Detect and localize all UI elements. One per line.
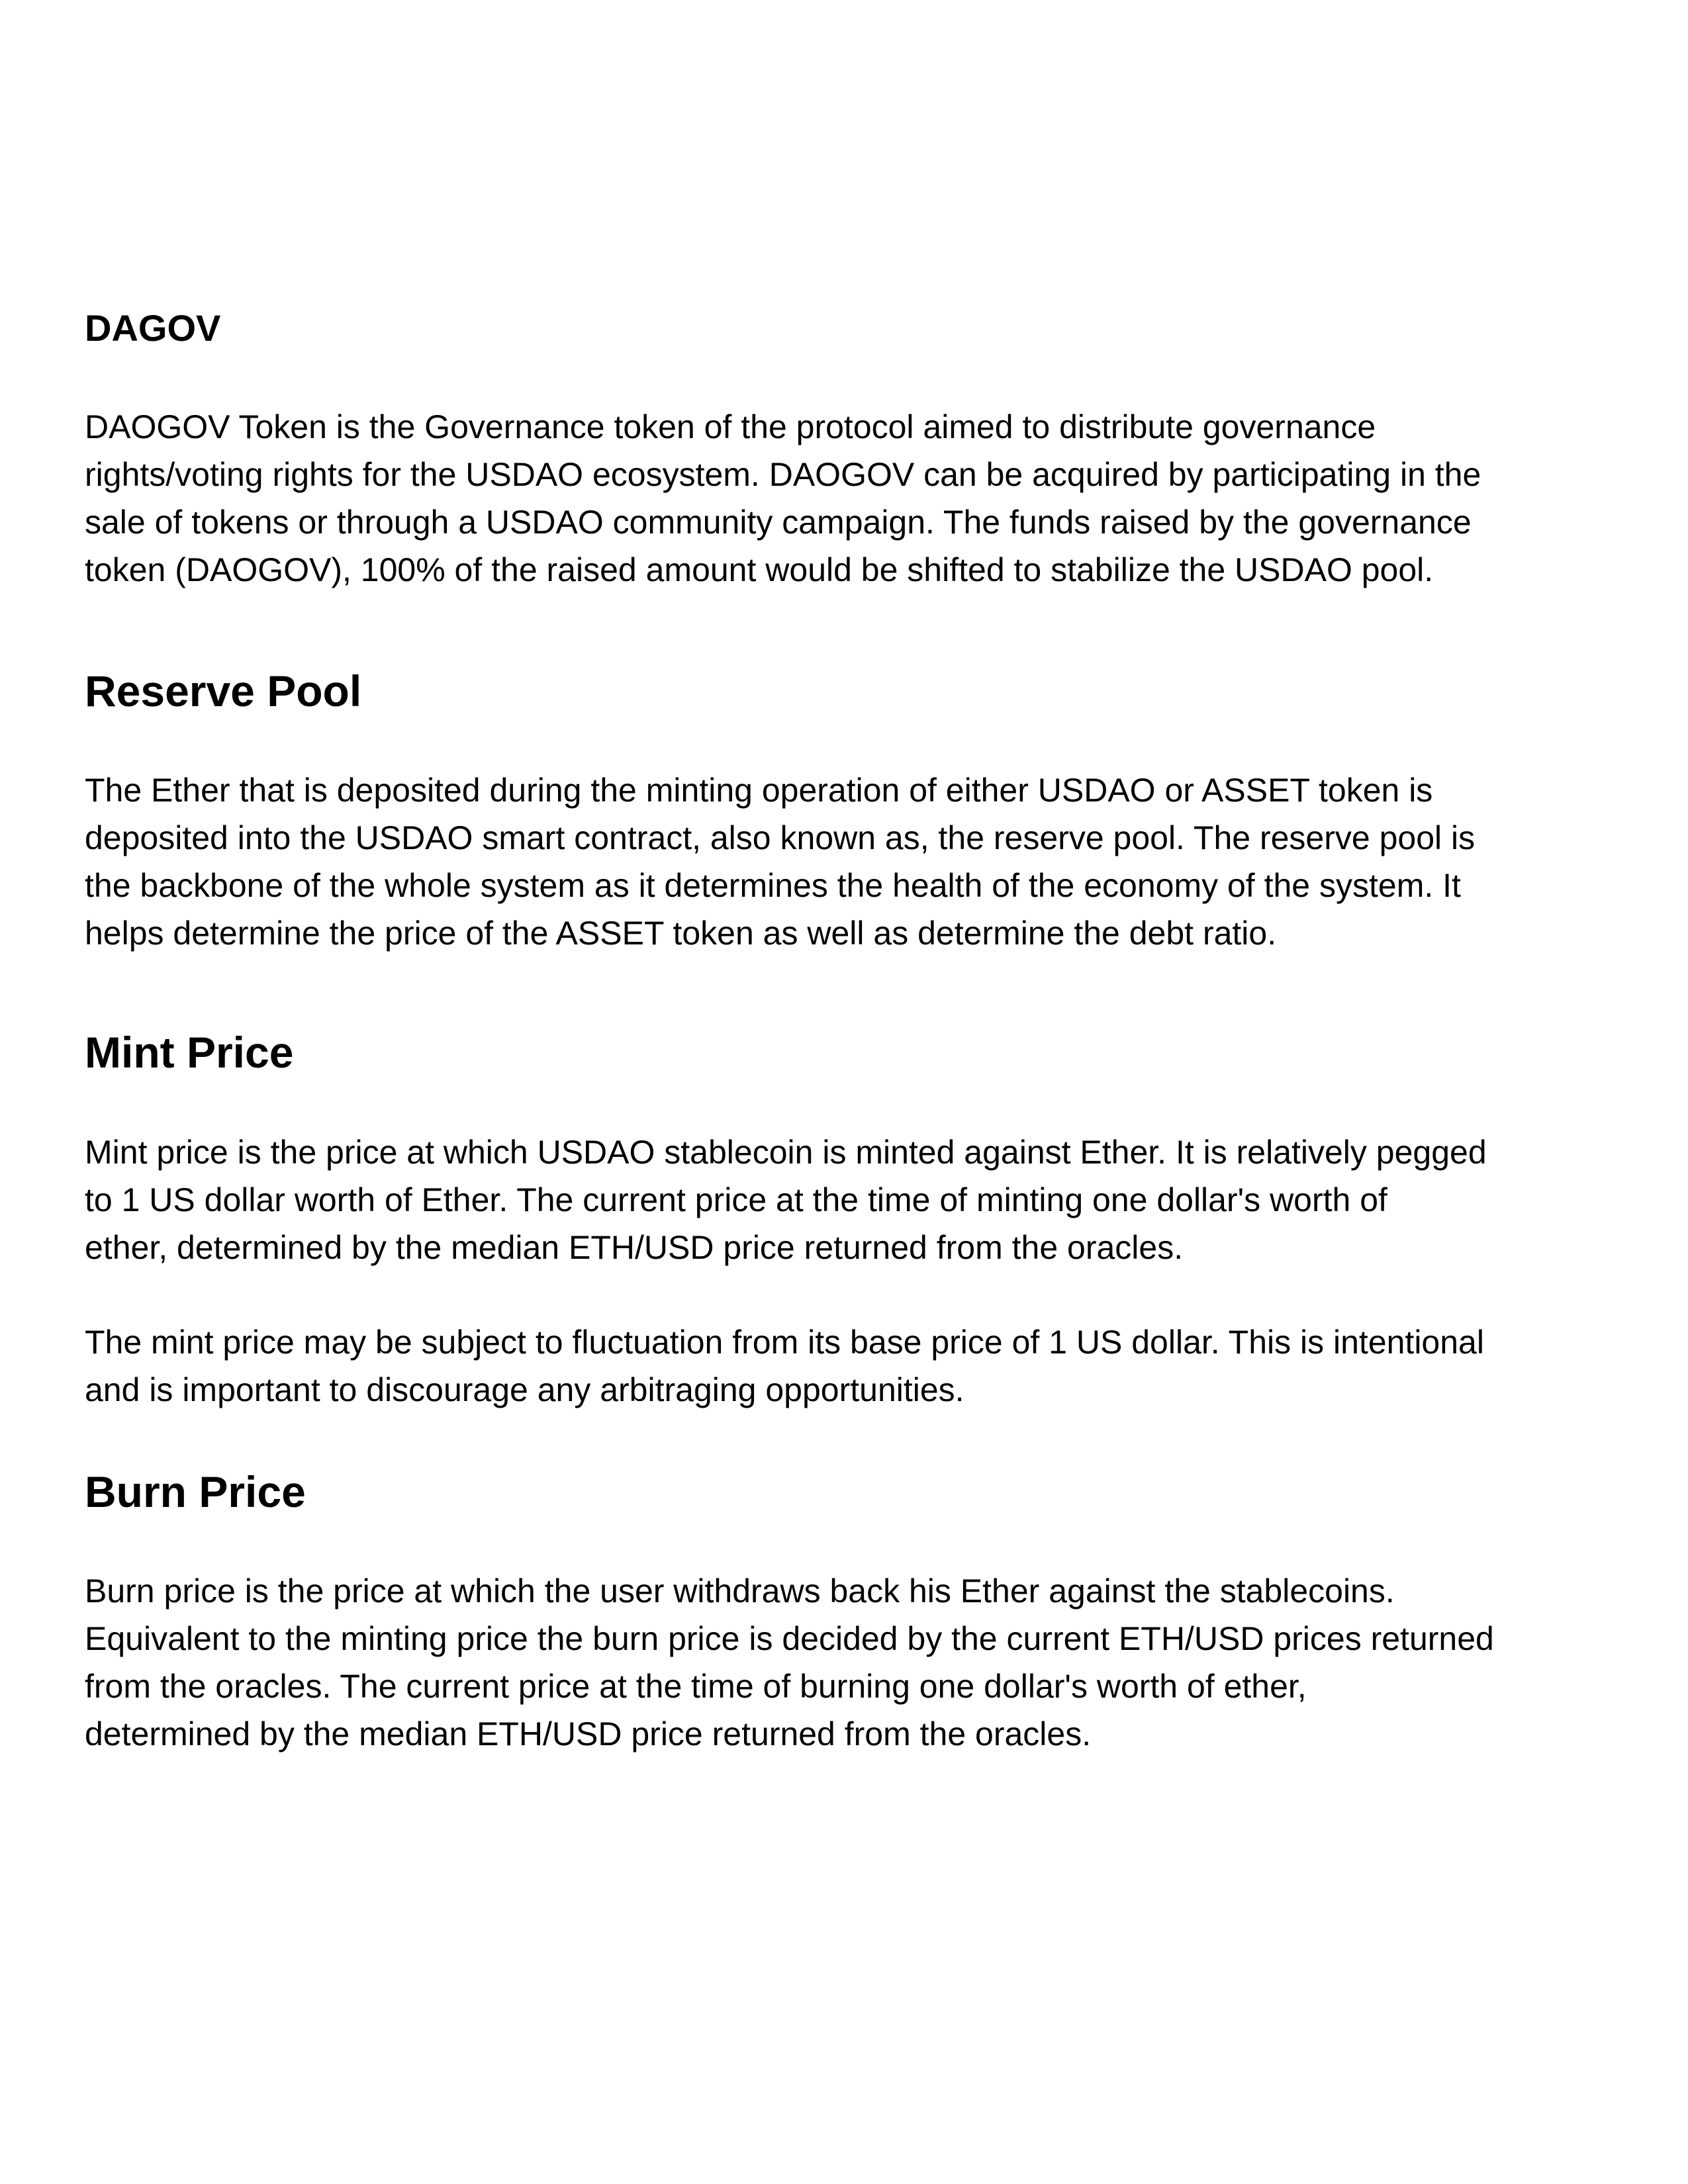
section-heading-reserve-pool: Reserve Pool (85, 666, 362, 715)
section-heading-dagov: DAGOV (85, 307, 221, 349)
paragraph-line: helps determine the price of the ASSET t… (85, 915, 1277, 952)
paragraph-line: Equivalent to the minting price the burn… (85, 1620, 1494, 1657)
section-heading-burn-price: Burn Price (85, 1467, 306, 1516)
paragraph-line: sale of tokens or through a USDAO commun… (85, 504, 1472, 541)
paragraph-line: and is important to discourage any arbit… (85, 1371, 964, 1408)
paragraph-line: ether, determined by the median ETH/USD … (85, 1229, 1184, 1266)
paragraph-line: from the oracles. The current price at t… (85, 1668, 1307, 1705)
paragraph-line: The Ether that is deposited during the m… (85, 772, 1433, 809)
section-heading-mint-price: Mint Price (85, 1028, 294, 1077)
paragraph-line: determined by the median ETH/USD price r… (85, 1715, 1092, 1752)
paragraph-line: the backbone of the whole system as it d… (85, 867, 1461, 904)
paragraph-line: deposited into the USDAO smart contract,… (85, 819, 1476, 856)
paragraph-line: Burn price is the price at which the use… (85, 1572, 1395, 1610)
paragraph-line: The mint price may be subject to fluctua… (85, 1324, 1484, 1361)
paragraph-line: rights/voting rights for the USDAO ecosy… (85, 456, 1481, 493)
paragraph-line: DAOGOV Token is the Governance token of … (85, 408, 1376, 445)
paragraph-line: to 1 US dollar worth of Ether. The curre… (85, 1181, 1387, 1218)
paragraph-line: token (DAOGOV), 100% of the raised amoun… (85, 551, 1434, 588)
paragraph-line: Mint price is the price at which USDAO s… (85, 1134, 1487, 1171)
